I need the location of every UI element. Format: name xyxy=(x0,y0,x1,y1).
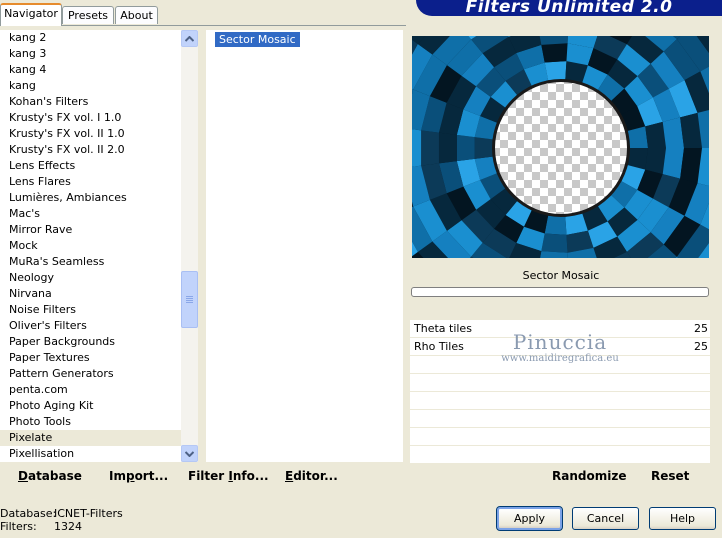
category-list[interactable]: kang 2 kang 3 kang 4 kang Kohan's Filters Kru… xyxy=(0,30,181,462)
param-row-empty xyxy=(410,428,710,446)
category-item[interactable]: kang 3 xyxy=(0,46,181,62)
preview-filter-name: Sector Mosaic xyxy=(522,269,600,282)
import-button[interactable]: Import... xyxy=(109,467,168,485)
category-item[interactable]: penta.com xyxy=(0,382,181,398)
app-title: Filters Unlimited 2.0 xyxy=(465,0,673,16)
filter-info-button[interactable]: Filter Info... xyxy=(188,467,269,485)
mosaic-tile xyxy=(474,137,493,159)
category-item[interactable]: kang 4 xyxy=(0,62,181,78)
filter-item-selected[interactable]: Sector Mosaic xyxy=(215,32,300,47)
category-item[interactable]: kang xyxy=(0,78,181,94)
filter-list[interactable]: Sector Mosaic xyxy=(206,30,403,462)
status-filters-value: 1324 xyxy=(54,520,82,533)
apply-button[interactable]: Apply xyxy=(496,506,563,531)
category-item[interactable]: Paper Textures xyxy=(0,350,181,366)
category-item[interactable]: Lens Flares xyxy=(0,174,181,190)
app-banner: Filters Unlimited 2.0 xyxy=(416,0,722,16)
category-scrollbar[interactable] xyxy=(181,30,198,462)
param-value[interactable]: 25 xyxy=(694,320,708,337)
category-item[interactable]: Pixellisation xyxy=(0,446,181,462)
category-item[interactable]: Krusty's FX vol. II 2.0 xyxy=(0,142,181,158)
sector-mosaic-preview xyxy=(412,36,709,258)
mosaic-tile xyxy=(645,148,666,175)
category-item[interactable]: Photo Aging Kit xyxy=(0,398,181,414)
tab-presets[interactable]: Presets xyxy=(62,6,114,24)
category-item[interactable]: Lumières, Ambiances xyxy=(0,190,181,206)
mosaic-tile xyxy=(438,132,457,164)
scroll-thumb[interactable] xyxy=(181,271,198,328)
mosaic-tile xyxy=(412,129,422,167)
parameter-list: Theta tiles 25 Rho Tiles 25 xyxy=(410,320,710,464)
param-row-rho[interactable]: Rho Tiles 25 xyxy=(410,338,710,356)
param-row-empty xyxy=(410,410,710,428)
randomize-button[interactable]: Randomize xyxy=(552,467,626,485)
category-item[interactable]: Noise Filters xyxy=(0,302,181,318)
tab-navigator[interactable]: Navigator xyxy=(0,3,62,26)
mosaic-tile xyxy=(645,121,666,148)
database-button[interactable]: Database xyxy=(18,467,82,485)
category-item[interactable]: Oliver's Filters xyxy=(0,318,181,334)
chevron-down-icon xyxy=(185,450,194,457)
status-filters-label: Filters: xyxy=(0,520,37,533)
tab-about[interactable]: About xyxy=(115,6,158,24)
status-database-label: Database: xyxy=(0,507,57,520)
param-name: Rho Tiles xyxy=(414,340,464,353)
mosaic-tile xyxy=(544,61,567,81)
mosaic-tile xyxy=(541,43,568,63)
param-row-empty xyxy=(410,392,710,410)
category-item[interactable]: Nirvana xyxy=(0,286,181,302)
category-item[interactable]: Mac's xyxy=(0,206,181,222)
cancel-button[interactable]: Cancel xyxy=(572,507,639,530)
category-item[interactable]: Neology xyxy=(0,270,181,286)
editor-button[interactable]: Editor... xyxy=(285,467,338,485)
category-item[interactable]: Kohan's Filters xyxy=(0,94,181,110)
param-row-theta[interactable]: Theta tiles 25 xyxy=(410,320,710,338)
mosaic-tile xyxy=(421,130,439,166)
category-item[interactable]: Mirror Rave xyxy=(0,222,181,238)
category-item[interactable]: Krusty's FX vol. I 1.0 xyxy=(0,110,181,126)
chevron-up-icon xyxy=(185,35,194,42)
param-row-empty xyxy=(410,356,710,374)
preview-image xyxy=(412,36,709,258)
category-item[interactable]: Pattern Generators xyxy=(0,366,181,382)
help-button[interactable]: Help xyxy=(649,507,716,530)
scroll-up-button[interactable] xyxy=(181,30,198,47)
status-filters: Filters: 1324 xyxy=(0,520,82,533)
scroll-down-button[interactable] xyxy=(181,445,198,462)
param-name: Theta tiles xyxy=(414,322,472,335)
category-item[interactable]: Lens Effects xyxy=(0,158,181,174)
category-item[interactable]: Mock xyxy=(0,238,181,254)
category-item[interactable]: MuRa's Seamless xyxy=(0,254,181,270)
mosaic-tile xyxy=(544,215,567,235)
reset-button[interactable]: Reset xyxy=(651,467,689,485)
status-database-value: ICNET-Filters xyxy=(54,507,123,520)
category-item[interactable]: kang 2 xyxy=(0,30,181,46)
mosaic-tile xyxy=(456,134,475,162)
param-row-empty xyxy=(410,446,710,464)
category-item[interactable]: Krusty's FX vol. II 1.0 xyxy=(0,126,181,142)
category-item[interactable]: Photo Tools xyxy=(0,414,181,430)
param-row-empty xyxy=(410,374,710,392)
param-value[interactable]: 25 xyxy=(694,338,708,355)
category-item[interactable]: Pixelate xyxy=(0,430,181,446)
category-item[interactable]: Paper Backgrounds xyxy=(0,334,181,350)
progress-bar xyxy=(411,287,709,297)
mosaic-tile xyxy=(541,233,568,253)
status-database: Database: ICNET-Filters xyxy=(0,507,123,520)
